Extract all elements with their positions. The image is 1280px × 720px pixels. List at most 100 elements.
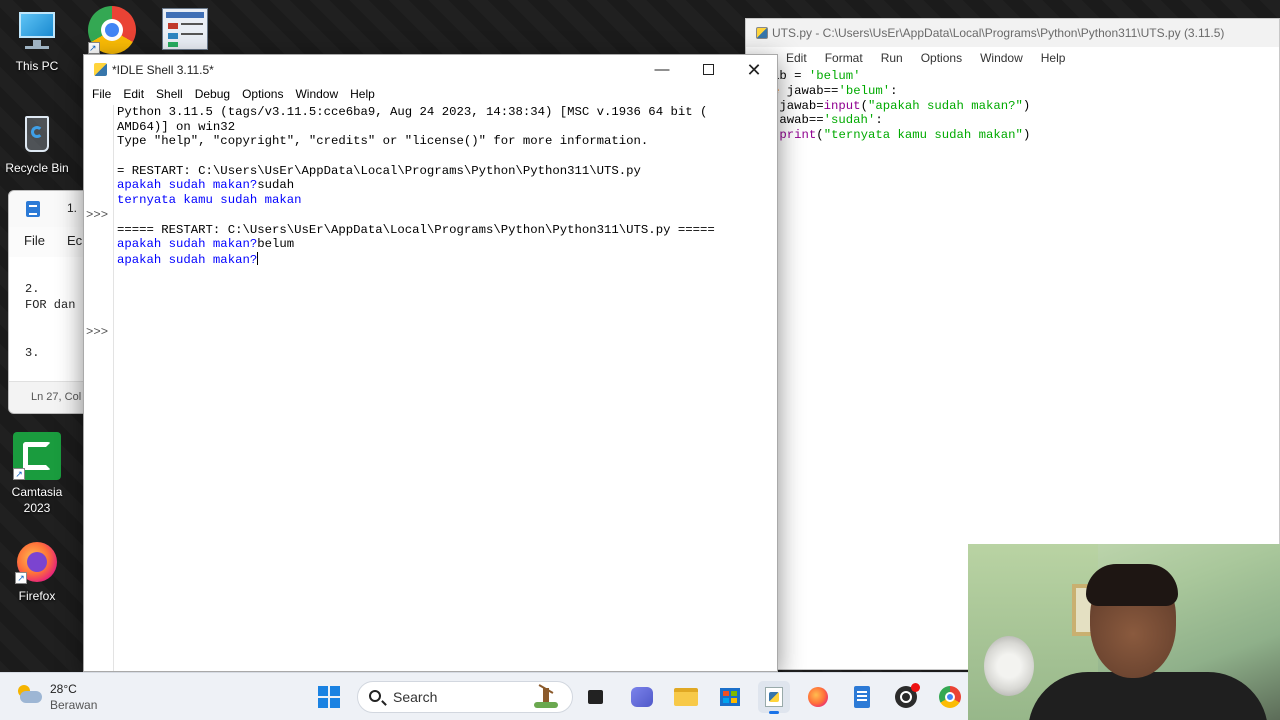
editor-menu-run[interactable]: Run [872,51,912,69]
firefox-taskbar-button[interactable] [802,681,834,713]
python-idle-icon [94,63,107,76]
idle-menubar: File Edit Shell Debug Options Window Hel… [84,85,777,105]
shortcut-arrow-icon: ↗ [13,468,25,480]
editor-menu-window[interactable]: Window [971,51,1032,69]
code-line: print("ternyata kamu sudah makan") [779,128,1031,143]
editor-menu-format[interactable]: Format [816,51,872,69]
search-icon [369,690,381,702]
chrome-shortcut-icon[interactable]: ↗ [88,6,136,54]
recycle-bin-icon [15,112,59,156]
start-icon [318,686,340,708]
idle-menu-edit[interactable]: Edit [117,85,150,105]
standing-fan [984,636,1034,696]
control-panel-shortcut-icon[interactable] [162,8,208,50]
partly-cloudy-icon [16,685,42,703]
code-line: jawab=='sudah': [772,113,883,128]
shell-line-text: apakah sudah makan? [117,178,258,193]
notepad-icon [854,686,870,708]
text-cursor [257,251,259,265]
idle-menu-help[interactable]: Help [344,85,381,105]
shell-line: ===== RESTART: C:\Users\UsEr\AppData\Loc… [117,223,777,238]
desktop-icon-label: Firefox [18,589,56,603]
shell-line [117,149,777,164]
shell-prompt: >>> [86,207,109,222]
search-highlight-icon [534,684,558,708]
obs-taskbar-button[interactable] [890,681,922,713]
code-line: ab = 'belum' [772,69,861,83]
editor-menubar: Edit Format Run Options Window Help [746,47,1279,69]
task-view-button[interactable] [580,681,612,713]
shell-line-text: ternyata kamu sudah makan [117,193,302,208]
shell-user-input: belum [257,237,295,252]
search-label: Search [393,689,438,705]
python-file-icon [756,27,768,39]
idle-menu-shell[interactable]: Shell [150,85,189,105]
store-button[interactable] [714,681,746,713]
idle-titlebar[interactable]: *IDLE Shell 3.11.5* — ✕ [84,55,777,85]
file-explorer-button[interactable] [670,681,702,713]
firefox-icon [808,687,828,707]
idle-title: *IDLE Shell 3.11.5* [112,63,214,77]
webcam-overlay [968,544,1280,720]
python-idle-taskbar-button[interactable] [758,681,790,714]
close-button[interactable]: ✕ [731,55,777,85]
task-view-icon [588,690,603,704]
shortcut-arrow-icon: ↗ [88,42,100,54]
notepad-menu-file[interactable]: File [24,233,45,257]
weather-description: Berawan [50,698,98,712]
start-button[interactable] [313,681,345,713]
active-indicator [769,711,779,714]
shell-line-text: apakah sudah makan? [117,237,258,252]
shell-line: apakah sudah makan? [117,251,777,267]
python-idle-icon [765,687,783,707]
idle-menu-window[interactable]: Window [289,85,344,105]
shell-line-text: Type "help", "copyright", "credits" or "… [117,134,649,149]
shell-line: ternyata kamu sudah makan [117,193,777,208]
code-line: e jawab=='belum': [772,83,898,98]
shell-line-text: ===== RESTART: C:\Users\UsEr\AppData\Loc… [117,222,715,237]
shell-line: = RESTART: C:\Users\UsEr\AppData\Local\P… [117,164,777,179]
camtasia-icon: ↗ [13,432,61,480]
editor-titlebar[interactable]: UTS.py - C:\Users\UsEr\AppData\Local\Pro… [746,19,1279,47]
file-explorer-icon [674,688,698,706]
notepad-taskbar-button[interactable] [846,681,878,713]
desktop-icon-this-pc[interactable]: This PC [0,10,74,74]
teams-icon [631,687,653,707]
shell-line-text: apakah sudah makan? [117,252,258,267]
shell-line [117,208,777,223]
taskbar-search[interactable]: Search [357,681,573,713]
idle-menu-debug[interactable]: Debug [189,85,236,105]
idle-shell-output[interactable]: Python 3.11.5 (tags/v3.11.5:cce6ba9, Aug… [117,105,777,671]
idle-shell-window[interactable]: *IDLE Shell 3.11.5* — ✕ File Edit Shell … [83,54,778,672]
notepad-menu-edit[interactable]: Ec [67,233,82,257]
editor-menu-options[interactable]: Options [912,51,971,69]
desktop-icon-firefox[interactable]: ↗ Firefox [0,540,74,604]
idle-menu-options[interactable]: Options [236,85,289,105]
code-line: jawab=input("apakah sudah makan?") [772,98,1031,113]
desktop-icon-label: Recycle Bin [5,161,69,175]
editor-title: UTS.py - C:\Users\UsEr\AppData\Local\Pro… [772,26,1225,40]
recording-badge-icon [911,683,920,692]
shell-line-text: = RESTART: C:\Users\UsEr\AppData\Local\P… [117,163,641,178]
shell-line: apakah sudah makan?belum [117,237,777,252]
shell-prompt: >>> [86,325,109,340]
notepad-tab-label: 1. [67,201,78,215]
shell-line-text: Python 3.11.5 (tags/v3.11.5:cce6ba9, Aug… [117,105,708,119]
maximize-button[interactable] [685,55,731,85]
shell-user-input: sudah [257,178,295,193]
chrome-taskbar-button[interactable] [934,681,966,713]
desktop-icon-camtasia[interactable]: ↗ Camtasia 2023 [0,432,74,516]
idle-menu-file[interactable]: File [86,85,117,105]
notepad-icon [26,201,40,217]
desktop-icon-recycle-bin[interactable]: Recycle Bin [0,112,74,176]
shell-line: Python 3.11.5 (tags/v3.11.5:cce6ba9, Aug… [117,105,777,120]
notepad-tab[interactable]: 1. [9,191,91,227]
shortcut-arrow-icon: ↗ [15,572,27,584]
shell-line-text: AMD64)] on win32 [117,119,236,134]
minimize-button[interactable]: — [639,55,685,85]
taskbar: 28°C Berawan Search [0,672,968,720]
desktop-icon-label: This PC [15,59,59,73]
weather-temperature: 28°C [50,682,77,696]
editor-menu-help[interactable]: Help [1032,51,1075,69]
teams-button[interactable] [626,681,658,713]
